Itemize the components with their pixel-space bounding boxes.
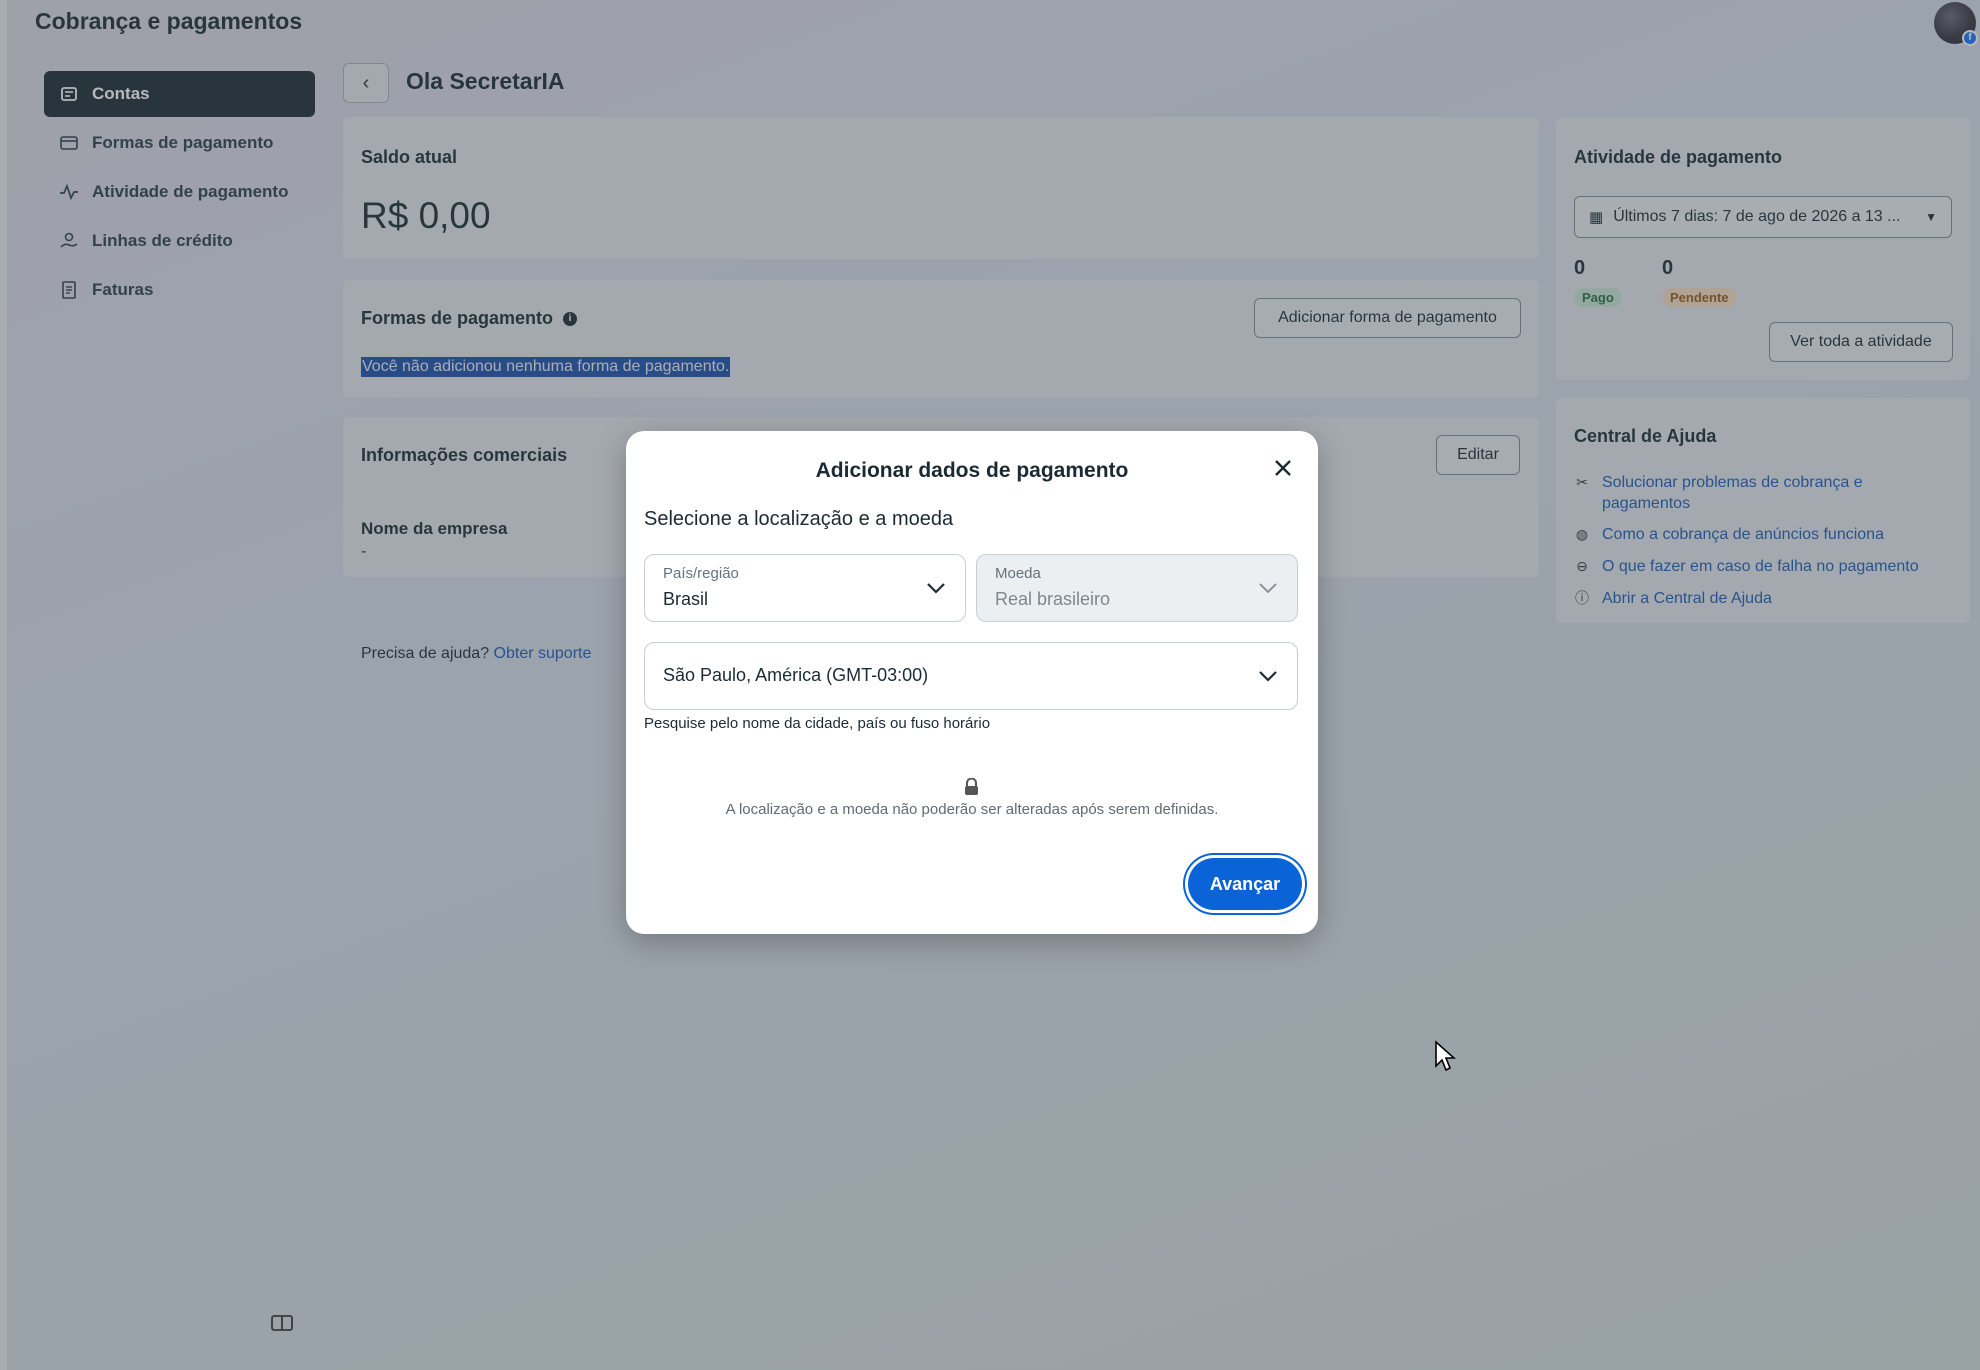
currency-label: Moeda xyxy=(995,565,1041,582)
chevron-down-icon xyxy=(1259,583,1277,594)
dialog-title: Adicionar dados de pagamento xyxy=(815,459,1129,482)
country-value: Brasil xyxy=(663,589,709,609)
country-label: País/região xyxy=(663,565,739,582)
lock-icon xyxy=(965,778,978,795)
timezone-help-text: Pesquise pelo nome da cidade, país ou fu… xyxy=(644,715,991,732)
country-select[interactable]: País/região Brasil xyxy=(644,554,966,622)
currency-select: Moeda Real brasileiro xyxy=(976,554,1298,622)
chevron-down-icon xyxy=(1259,671,1277,682)
timezone-select[interactable]: São Paulo, América (GMT-03:00) xyxy=(644,642,1298,710)
chevron-down-icon xyxy=(927,583,945,594)
close-button[interactable] xyxy=(1266,451,1300,485)
lock-note: A localização e a moeda não poderão ser … xyxy=(725,801,1219,818)
add-payment-dialog: Adicionar dados de pagamento Selecione a… xyxy=(626,431,1318,934)
timezone-value: São Paulo, América (GMT-03:00) xyxy=(663,665,929,685)
close-icon xyxy=(1275,460,1291,476)
section-title: Selecione a localização e a moeda xyxy=(644,508,954,530)
next-button[interactable]: Avançar xyxy=(1188,858,1302,910)
mouse-cursor-icon xyxy=(1435,1040,1456,1072)
currency-value: Real brasileiro xyxy=(995,589,1111,609)
